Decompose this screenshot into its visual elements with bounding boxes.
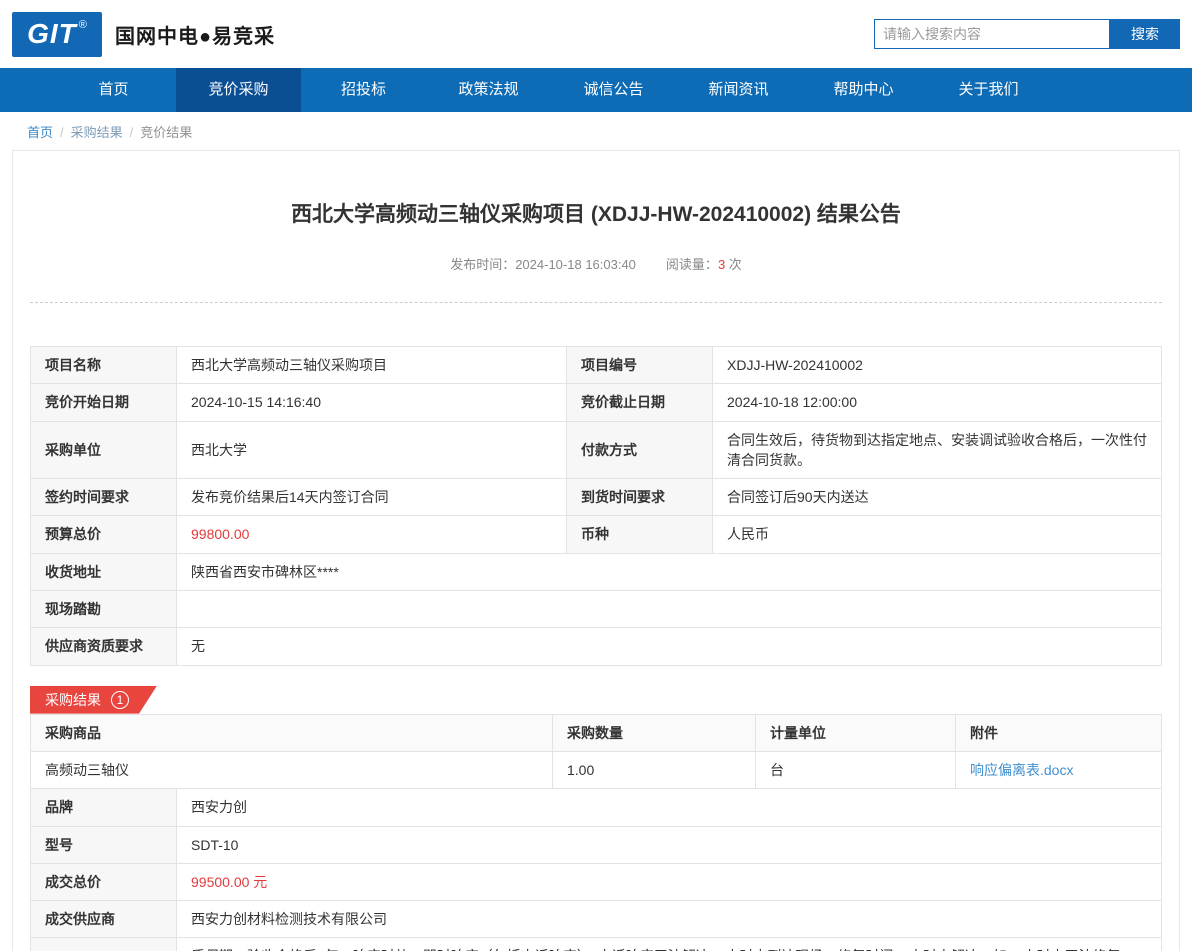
info-row: 预算总价 99800.00 币种 人民币 <box>30 515 1162 554</box>
info-row: 竞价开始日期 2024-10-15 14:16:40 竞价截止日期 2024-10-1… <box>30 383 1162 422</box>
field-label: 项目编号 <box>566 345 713 385</box>
detail-row: 型号 SDT-10 <box>30 825 1162 864</box>
result-section-tag: 采购结果 1 <box>30 686 157 714</box>
field-value: 合同生效后，待货物到达指定地点、安装调试验收合格后，一次性付清合同货款。 <box>712 420 1162 480</box>
field-value: 无 <box>176 627 1162 666</box>
publish-time-label: 发布时间： <box>450 257 516 272</box>
field-label: 项目名称 <box>30 345 177 385</box>
info-row: 采购单位 西北大学 付款方式 合同生效后，待货物到达指定地点、安装调试验收合格后，一次… <box>30 420 1162 480</box>
search-button[interactable]: 搜索 <box>1110 19 1180 49</box>
info-row: 签约时间要求 发布竞价结果后14天内签订合同 到货时间要求 合同签订后90天内送达 <box>30 478 1162 517</box>
field-value <box>176 590 1162 629</box>
registered-mark-icon: ® <box>78 19 87 31</box>
breadcrumb: 首页 / 采购结果 / 竞价结果 <box>0 112 1192 150</box>
info-row: 现场踏勘 <box>30 590 1162 629</box>
divider <box>30 302 1162 303</box>
publish-meta: 发布时间：2024-10-18 16:03:40 阅读量：3 次 <box>30 254 1162 273</box>
field-label: 币种 <box>566 515 713 554</box>
search-input[interactable] <box>874 19 1110 49</box>
field-value: 西安力创材料检测技术有限公司 <box>176 900 1162 939</box>
detail-row: 质保及售后服务质保期：验收合格后1年。响应时效：即时响应（包括电话响应）；电话响… <box>30 937 1162 951</box>
product-quantity: 1.00 <box>552 750 756 790</box>
field-label: 签约时间要求 <box>30 478 177 517</box>
site-name: 国网中电●易竞采 <box>115 25 276 48</box>
nav-item[interactable]: 关于我们 <box>926 68 1051 112</box>
breadcrumb-separator: / <box>129 125 134 140</box>
field-value: 陕西省西安市碑林区**** <box>176 552 1162 592</box>
publish-time-value: 2024-10-18 16:03:40 <box>515 257 636 272</box>
breadcrumb-separator: / <box>60 125 64 140</box>
search-box: 搜索 <box>874 19 1180 49</box>
field-label: 品牌 <box>30 788 177 827</box>
nav-item[interactable]: 诚信公告 <box>551 68 676 112</box>
result-data-row: 高频动三轴仪 1.00 台 响应偏离表.docx <box>30 750 1162 790</box>
result-table: 采购商品 采购数量 计量单位 附件 高频动三轴仪 1.00 台 响应偏离表.docx <box>30 713 1162 790</box>
field-value: 合同签订后90天内送达 <box>712 478 1162 517</box>
page-title: 西北大学高频动三轴仪采购项目 (XDJJ-HW-202410002) 结果公告 <box>291 203 901 226</box>
attachment-link[interactable]: 响应偏离表.docx <box>970 762 1073 778</box>
views-unit: 次 <box>728 257 742 272</box>
field-value: XDJJ-HW-202410002 <box>712 345 1162 385</box>
field-value: 99800.00 <box>176 515 567 554</box>
result-detail-table: 品牌 西安力创 型号 SDT-10 成交总价 99500.00 元成交供应商 西安力创材料检… <box>30 788 1162 951</box>
breadcrumb-item[interactable]: 首页 <box>27 125 53 140</box>
main-nav: 首页 竞价采购 招投标 政策法规 诚信公告 新闻资讯 帮助中心 关于我们 <box>0 68 1192 112</box>
nav-item[interactable]: 帮助中心 <box>801 68 926 112</box>
nav-item[interactable]: 竞价采购 <box>176 68 301 112</box>
result-column-header: 采购商品 <box>30 713 553 752</box>
detail-row: 成交供应商 西安力创材料检测技术有限公司 <box>30 900 1162 939</box>
field-value: 西北大学 <box>176 420 567 480</box>
result-column-header: 采购数量 <box>552 713 756 752</box>
logo-text: GIT <box>27 18 77 49</box>
nav-item[interactable]: 政策法规 <box>426 68 551 112</box>
detail-row: 成交总价 99500.00 元 <box>30 862 1162 902</box>
logo[interactable]: GIT ® <box>12 11 102 57</box>
field-value: 质保期：验收合格后1年。响应时效：即时响应（包括电话响应）；电话响应无法解决20… <box>176 937 1162 951</box>
breadcrumb-item: 竞价结果 <box>140 125 193 140</box>
result-column-header: 计量单位 <box>755 713 956 752</box>
field-value: 2024-10-15 14:16:40 <box>176 383 567 422</box>
field-label: 质保及售后服务 <box>30 937 177 951</box>
info-row: 供应商资质要求无 <box>30 627 1162 666</box>
views-count: 3 <box>717 257 726 272</box>
field-label: 收货地址 <box>30 552 177 592</box>
result-header-row: 采购商品 采购数量 计量单位 附件 <box>30 713 1162 752</box>
content-card: 西北大学高频动三轴仪采购项目 (XDJJ-HW-202410002) 结果公告 … <box>12 150 1180 951</box>
field-value: 人民币 <box>712 515 1162 554</box>
result-count-badge: 1 <box>111 691 129 709</box>
field-value: 西安力创 <box>176 788 1162 827</box>
result-column-header: 附件 <box>955 713 1162 752</box>
nav-item[interactable]: 招投标 <box>301 68 426 112</box>
field-value: 99500.00 元 <box>176 862 1162 902</box>
field-label: 成交供应商 <box>30 900 177 939</box>
field-label: 预算总价 <box>30 515 177 554</box>
field-label: 竞价截止日期 <box>566 383 713 422</box>
field-label: 采购单位 <box>30 420 177 480</box>
field-value: 西北大学高频动三轴仪采购项目 <box>176 345 567 385</box>
product-name: 高频动三轴仪 <box>30 750 553 790</box>
field-label: 现场踏勘 <box>30 590 177 629</box>
nav-item[interactable]: 新闻资讯 <box>676 68 801 112</box>
detail-row: 品牌 西安力创 <box>30 788 1162 827</box>
info-row: 项目名称 西北大学高频动三轴仪采购项目 项目编号 XDJJ-HW-202410002 <box>30 345 1162 385</box>
field-value: SDT-10 <box>176 825 1162 864</box>
field-value: 发布竞价结果后14天内签订合同 <box>176 478 567 517</box>
breadcrumb-item[interactable]: 采购结果 <box>71 125 123 140</box>
product-unit: 台 <box>755 750 956 790</box>
field-label: 到货时间要求 <box>566 478 713 517</box>
info-row: 收货地址 陕西省西安市碑林区**** <box>30 552 1162 592</box>
nav-item[interactable]: 首页 <box>51 68 176 112</box>
views-label: 阅读量： <box>665 257 718 272</box>
info-table: 项目名称 西北大学高频动三轴仪采购项目 项目编号 XDJJ-HW-202410002 竞… <box>30 345 1162 666</box>
field-label: 付款方式 <box>566 420 713 480</box>
field-label: 成交总价 <box>30 862 177 902</box>
site-header: GIT® 国网中电●易竞采 搜索 <box>0 0 1192 68</box>
field-value: 2024-10-18 12:00:00 <box>712 383 1162 422</box>
field-label: 竞价开始日期 <box>30 383 177 422</box>
field-label: 型号 <box>30 825 177 864</box>
field-label: 供应商资质要求 <box>30 627 177 666</box>
